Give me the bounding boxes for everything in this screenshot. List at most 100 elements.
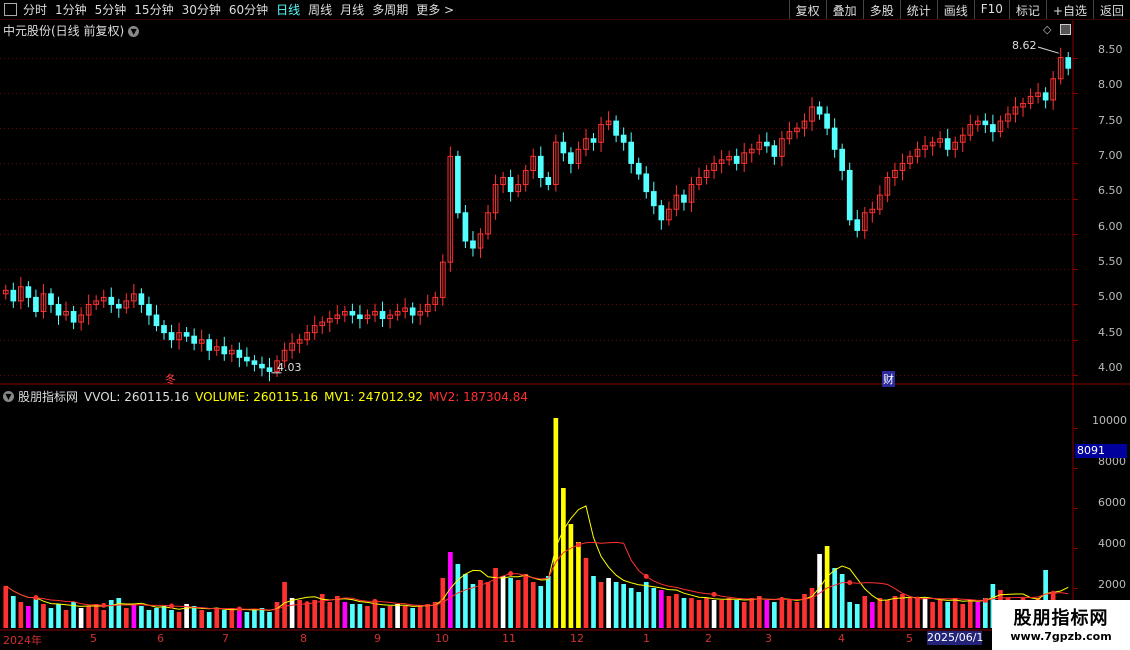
candle-body <box>990 124 996 133</box>
candle-body <box>191 335 197 344</box>
date-axis-label: 7 <box>222 632 229 645</box>
event-mark-winter[interactable]: 冬 <box>165 371 176 387</box>
date-axis-label: 6 <box>157 632 164 645</box>
volume-bar <box>93 604 99 628</box>
candle-body <box>635 162 642 175</box>
volume-bar <box>146 610 152 628</box>
volume-bar <box>387 606 393 628</box>
volume-bar <box>613 582 619 628</box>
mv2-marker <box>915 596 921 602</box>
price-axis-label: 5.00 <box>1098 290 1123 303</box>
volume-bar <box>463 574 468 628</box>
diamond-icon[interactable]: ◇ <box>1043 23 1051 36</box>
volume-bar <box>410 608 416 628</box>
volume-bar <box>975 602 981 628</box>
volume-bar <box>86 606 91 628</box>
volume-bar <box>229 608 235 628</box>
candle-body <box>846 169 853 221</box>
candle-body <box>462 212 469 242</box>
candle-body <box>944 138 951 150</box>
candle-body <box>620 134 627 143</box>
mv2-marker <box>575 542 581 548</box>
candle-body <box>545 177 552 186</box>
volume-bar <box>900 594 905 628</box>
volume-bar <box>500 576 506 628</box>
candle-body <box>650 191 657 207</box>
mv1-line <box>5 505 1069 611</box>
volume-bar <box>515 580 521 628</box>
price-axis-label: 8.50 <box>1098 43 1123 56</box>
mv2-marker <box>1050 590 1056 596</box>
candle-body <box>153 314 160 327</box>
volume-bar <box>915 600 920 628</box>
candle-body <box>70 310 77 323</box>
volume-bar <box>154 608 159 628</box>
candle-body <box>560 141 567 154</box>
volume-bar <box>854 604 860 628</box>
volume-bar <box>787 600 792 628</box>
mv2-marker <box>779 596 785 602</box>
candle-body <box>206 339 213 351</box>
volume-bar <box>930 602 935 628</box>
volume-bar <box>756 596 762 628</box>
candle-body <box>33 296 39 312</box>
candle-body <box>349 310 356 316</box>
volume-bar <box>636 592 642 628</box>
candle-body <box>357 314 363 320</box>
volume-bar <box>176 612 182 628</box>
candle-body <box>1065 57 1072 69</box>
volume-bar <box>538 586 544 628</box>
indicator-vvol: VVOL: 260115.16 <box>84 389 190 404</box>
date-axis-label: 10 <box>435 632 449 645</box>
volume-bar <box>101 610 107 628</box>
volume-bar <box>327 602 333 628</box>
volume-bar <box>869 602 875 628</box>
price-axis-label: 8.00 <box>1098 78 1123 91</box>
candle-body <box>507 177 514 193</box>
volume-bar <box>741 602 747 628</box>
watermark-url: www.7gpzb.com <box>1010 630 1112 643</box>
volume-bar <box>350 604 355 628</box>
candle-body <box>590 138 597 143</box>
kline-chart[interactable] <box>0 0 1130 650</box>
volume-bar <box>734 600 740 628</box>
volume-bar <box>651 588 657 628</box>
date-axis-label: 1 <box>643 632 650 645</box>
volume-bar <box>191 606 197 628</box>
volume-bar <box>432 602 438 628</box>
candle-body <box>831 127 838 150</box>
mv2-marker <box>33 595 39 601</box>
volume-bar <box>523 574 529 628</box>
volume-bar <box>365 606 370 628</box>
indicator-name[interactable]: 股朋指标网 <box>18 388 78 405</box>
volume-bar <box>561 488 566 628</box>
volume-bar <box>41 604 46 628</box>
volume-bar <box>3 586 9 628</box>
date-axis-label: 11 <box>502 632 516 645</box>
candle-body <box>10 289 17 302</box>
volume-bar <box>417 606 423 628</box>
mv2-marker <box>643 573 649 579</box>
volume-bar <box>681 598 687 628</box>
candle-body <box>146 303 152 316</box>
volume-bar <box>553 418 559 628</box>
volume-bar <box>568 524 574 628</box>
volume-bar <box>598 582 604 628</box>
candle-body <box>470 240 476 249</box>
panel-toggle-icon[interactable] <box>1060 24 1071 35</box>
event-mark-finance[interactable]: 财 <box>882 371 895 387</box>
mv2-marker <box>236 606 242 612</box>
volume-bar <box>470 584 476 628</box>
mv2-marker <box>982 597 988 603</box>
volume-bar <box>116 598 122 628</box>
volume-bar <box>214 608 220 628</box>
date-axis-label: 8 <box>300 632 307 645</box>
date-axis-label: 4 <box>838 632 845 645</box>
chevron-down-icon[interactable]: ▼ <box>3 391 14 402</box>
stock-title[interactable]: 中元股份(日线 前复权) ▼ <box>3 22 140 39</box>
chevron-down-icon[interactable]: ▼ <box>128 26 140 37</box>
volume-bar <box>674 594 679 628</box>
volume-bar <box>885 600 890 628</box>
price-axis-label: 7.00 <box>1098 149 1123 162</box>
volume-bar <box>304 604 310 628</box>
